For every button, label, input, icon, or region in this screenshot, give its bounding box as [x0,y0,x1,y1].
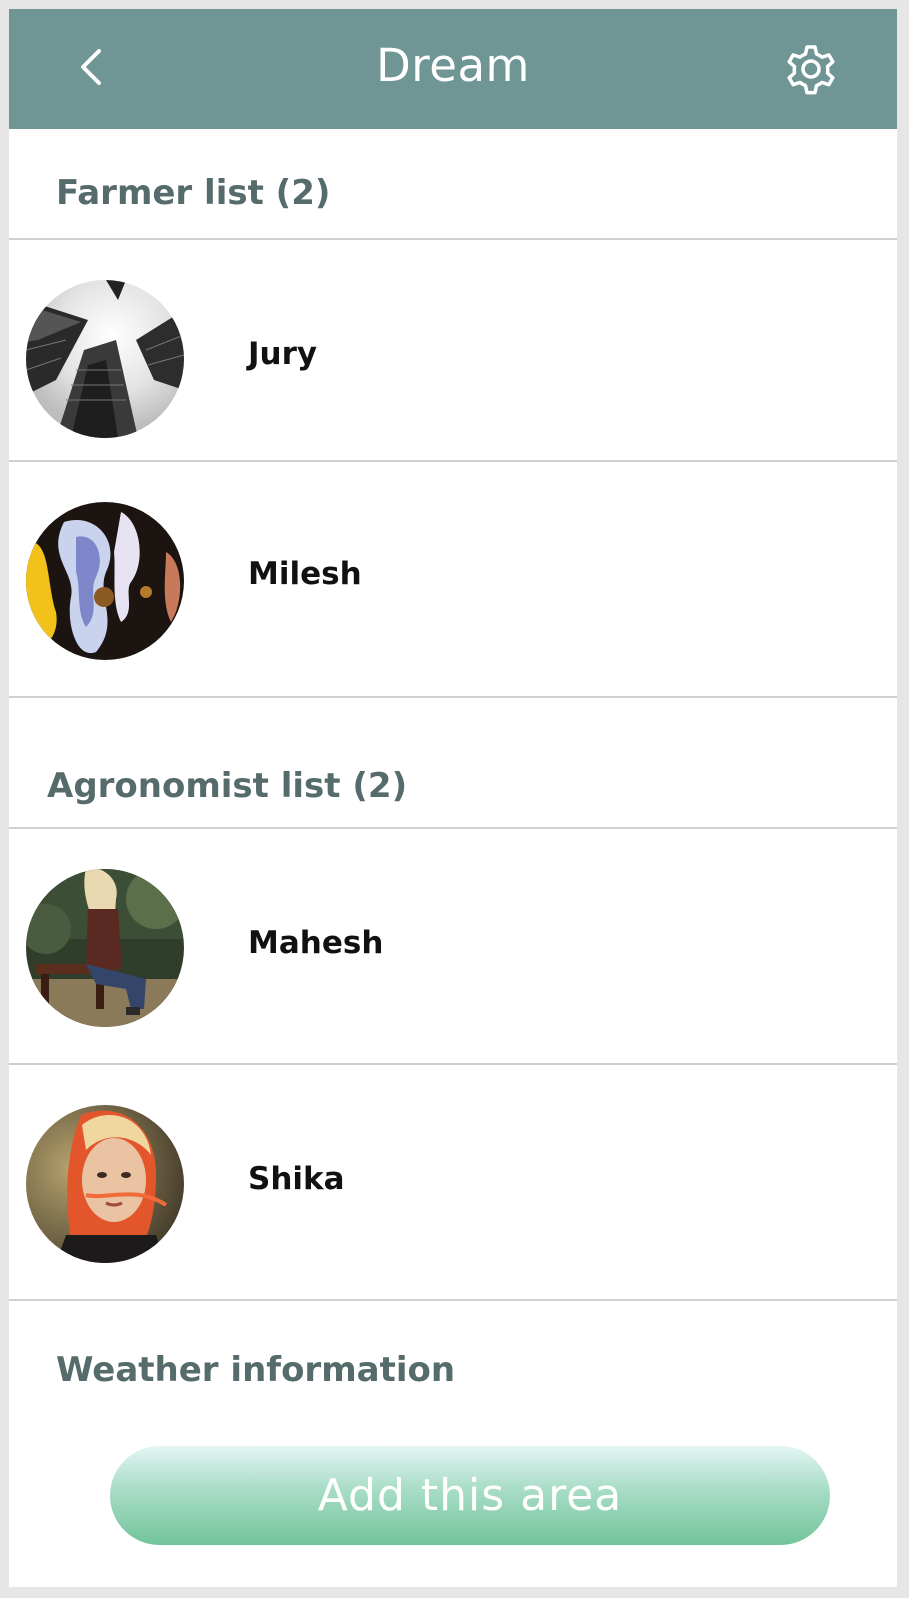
page-title: Dream [376,39,530,92]
avatar [26,1105,184,1263]
app-bar: Dream [9,9,897,129]
person-name: Milesh [248,556,362,592]
avatar [26,502,184,660]
person-name: Jury [248,336,318,372]
person-name: Mahesh [248,925,384,961]
red-hair-portrait-photo [26,1105,184,1263]
farmer-list-title: Farmer list (2) [56,173,331,213]
app-screen: Dream Farmer list (2) Jury Milesh Agrono… [9,9,897,1587]
list-item-jury[interactable]: Jury [9,240,897,460]
add-this-area-button[interactable]: Add this area [110,1446,830,1545]
avatar [26,280,184,438]
avatar [26,869,184,1027]
list-item-shika[interactable]: Shika [9,1065,897,1299]
divider [9,696,897,698]
agronomist-list-title: Agronomist list (2) [47,766,408,806]
gear-icon [787,45,835,95]
person-name: Shika [248,1161,345,1197]
abstract-paint-photo [26,502,184,660]
weather-information-title: Weather information [56,1350,456,1390]
list-item-milesh[interactable]: Milesh [9,462,897,696]
settings-button[interactable] [779,37,843,101]
add-this-area-label: Add this area [317,1470,623,1521]
divider [9,1299,897,1301]
skyscrapers-photo [26,280,184,438]
list-item-mahesh[interactable]: Mahesh [9,829,897,1063]
woman-on-bench-photo [26,869,184,1027]
